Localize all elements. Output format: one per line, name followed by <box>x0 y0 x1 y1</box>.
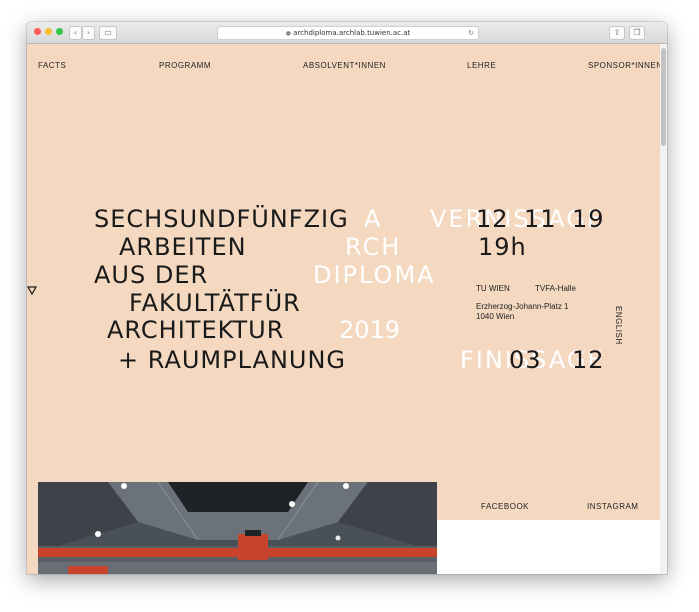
scrollbar-thumb[interactable] <box>661 48 666 146</box>
finissage-day: 03 <box>509 346 542 374</box>
ghost-letter-a: A <box>364 205 381 233</box>
hero-line-5: ARCHITEKTUR <box>107 316 285 344</box>
hero-line-6: + RAUMPLANUNG <box>118 346 347 374</box>
white-content-block <box>437 520 660 574</box>
minimize-window-button[interactable] <box>45 28 52 35</box>
facebook-link[interactable]: FACEBOOK <box>481 502 529 511</box>
vertical-scrollbar[interactable] <box>660 44 667 574</box>
nav-sponsorinnen[interactable]: SPONSOR*INNEN <box>588 61 660 70</box>
tabs-overview-button[interactable]: ❐ <box>629 26 645 40</box>
share-button[interactable]: ⇧ <box>609 26 625 40</box>
tabs-icon: ❐ <box>633 28 641 37</box>
ghost-rch: RCH <box>345 233 402 261</box>
hero-line-1: SECHSUNDFÜNFZIG <box>94 205 349 233</box>
finissage-month: 12 <box>572 346 605 374</box>
share-icon: ⇧ <box>613 28 621 37</box>
vernissage-time: 19h <box>478 233 527 261</box>
venue-street: Erzherzog-Johann-Platz 1 <box>476 302 569 311</box>
back-button[interactable]: ‹ <box>69 26 82 40</box>
chevron-right-icon: › <box>86 28 91 37</box>
lock-icon: ● <box>285 30 291 37</box>
nav-facts[interactable]: FACTS <box>38 61 66 70</box>
triangle-down-icon[interactable] <box>27 286 37 296</box>
nav-absolventinnen[interactable]: ABSOLVENT*INNEN <box>303 61 386 70</box>
venue-org: TU WIEN <box>476 284 510 293</box>
venue-hall: TVFA-Halle <box>535 284 576 293</box>
venue-city: 1040 Wien <box>476 312 515 321</box>
hero-line-3: AUS DER <box>94 261 209 289</box>
sidebar-toggle-button[interactable]: ▭ <box>99 26 117 40</box>
vernissage-year: 19 <box>572 205 605 233</box>
web-page: FACTS PROGRAMM ABSOLVENT*INNEN LEHRE SPO… <box>27 44 660 574</box>
url-text: archdiploma.archlab.tuwien.ac.at <box>293 29 411 37</box>
reload-icon[interactable]: ↻ <box>468 27 474 39</box>
browser-window: ‹ › ▭ ● archdiploma.archlab.tuwien.ac.at… <box>27 22 667 574</box>
ghost-year: 2019 <box>339 316 401 344</box>
language-switch[interactable]: ENGLISH <box>614 306 623 345</box>
forward-button[interactable]: › <box>82 26 95 40</box>
nav-programm[interactable]: PROGRAMM <box>159 61 211 70</box>
vernissage-month: 11 <box>524 205 557 233</box>
exhibition-hall-photo <box>38 482 437 574</box>
hero-line-4: FAKULTÄTFÜR <box>129 289 301 317</box>
vernissage-day: 12 <box>476 205 509 233</box>
close-window-button[interactable] <box>34 28 41 35</box>
sidebar-icon: ▭ <box>104 28 112 37</box>
chevron-left-icon: ‹ <box>73 28 78 37</box>
browser-toolbar: ‹ › ▭ ● archdiploma.archlab.tuwien.ac.at… <box>27 22 667 44</box>
instagram-link[interactable]: INSTAGRAM <box>587 502 638 511</box>
hero-line-2: ARBEITEN <box>119 233 247 261</box>
nav-lehre[interactable]: LEHRE <box>467 61 496 70</box>
ghost-diploma: DIPLOMA <box>313 261 436 289</box>
zoom-window-button[interactable] <box>56 28 63 35</box>
address-bar[interactable]: ● archdiploma.archlab.tuwien.ac.at ↻ <box>217 26 479 40</box>
hall-image <box>38 482 437 574</box>
